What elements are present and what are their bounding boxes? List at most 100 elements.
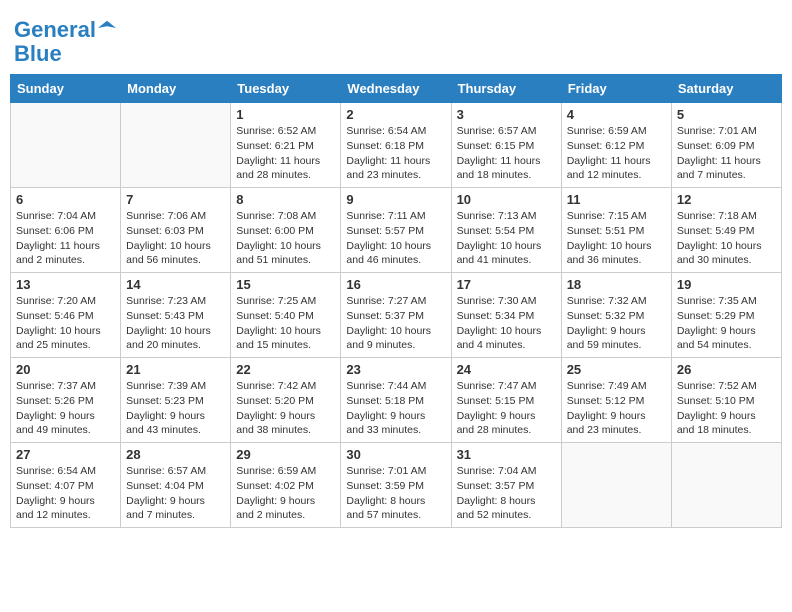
day-info: Sunrise: 6:57 AMSunset: 6:15 PMDaylight:… [457, 124, 556, 183]
day-cell: 25 Sunrise: 7:49 AMSunset: 5:12 PMDayligh… [561, 358, 671, 443]
day-info: Sunrise: 7:04 AMSunset: 3:57 PMDaylight:… [457, 464, 556, 523]
week-row-4: 20Sunrise: 7:37 AMSunset: 5:26 PMDayligh… [11, 358, 782, 443]
day-cell: 16 Sunrise: 7:27 AMSunset: 5:37 PMDayligh… [341, 273, 451, 358]
day-number: 28 [126, 447, 225, 462]
day-number: 12 [677, 192, 776, 207]
day-number: 22 [236, 362, 335, 377]
day-number: 7 [126, 192, 225, 207]
day-info: Sunrise: 6:59 AMSunset: 4:02 PMDaylight:… [236, 464, 335, 523]
day-cell: 1Sunrise: 6:52 AMSunset: 6:21 PMDaylight… [231, 103, 341, 188]
col-header-tuesday: Tuesday [231, 75, 341, 103]
logo-general: General [14, 17, 96, 42]
day-number: 8 [236, 192, 335, 207]
day-cell: 17Sunrise: 7:30 AMSunset: 5:34 PMDayligh… [451, 273, 561, 358]
day-cell: 23 Sunrise: 7:44 AMSunset: 5:18 PMDayligh… [341, 358, 451, 443]
day-cell: 20Sunrise: 7:37 AMSunset: 5:26 PMDayligh… [11, 358, 121, 443]
day-number: 18 [567, 277, 666, 292]
day-number: 19 [677, 277, 776, 292]
day-number: 16 [346, 277, 445, 292]
day-cell: 5 Sunrise: 7:01 AMSunset: 6:09 PMDaylight… [671, 103, 781, 188]
day-number: 14 [126, 277, 225, 292]
col-header-friday: Friday [561, 75, 671, 103]
day-info: Sunrise: 7:11 AMSunset: 5:57 PMDaylight:… [346, 209, 445, 268]
day-cell: 11 Sunrise: 7:15 AMSunset: 5:51 PMDayligh… [561, 188, 671, 273]
day-cell [671, 443, 781, 528]
day-cell: 8 Sunrise: 7:08 AMSunset: 6:00 PMDaylight… [231, 188, 341, 273]
day-info: Sunrise: 7:06 AMSunset: 6:03 PMDaylight:… [126, 209, 225, 268]
logo-bird-icon [98, 19, 116, 37]
col-header-sunday: Sunday [11, 75, 121, 103]
day-cell: 22 Sunrise: 7:42 AMSunset: 5:20 PMDayligh… [231, 358, 341, 443]
week-row-1: 1Sunrise: 6:52 AMSunset: 6:21 PMDaylight… [11, 103, 782, 188]
day-number: 23 [346, 362, 445, 377]
day-info: Sunrise: 7:08 AMSunset: 6:00 PMDaylight:… [236, 209, 335, 268]
week-row-5: 27Sunrise: 6:54 AMSunset: 4:07 PMDayligh… [11, 443, 782, 528]
day-info: Sunrise: 6:54 AMSunset: 4:07 PMDaylight:… [16, 464, 115, 523]
day-cell: 9 Sunrise: 7:11 AMSunset: 5:57 PMDaylight… [341, 188, 451, 273]
day-cell: 12Sunrise: 7:18 AMSunset: 5:49 PMDayligh… [671, 188, 781, 273]
day-cell: 10 Sunrise: 7:13 AMSunset: 5:54 PMDayligh… [451, 188, 561, 273]
day-number: 20 [16, 362, 115, 377]
day-cell: 13 Sunrise: 7:20 AMSunset: 5:46 PMDayligh… [11, 273, 121, 358]
day-number: 30 [346, 447, 445, 462]
day-cell: 2 Sunrise: 6:54 AMSunset: 6:18 PMDaylight… [341, 103, 451, 188]
day-info: Sunrise: 7:20 AMSunset: 5:46 PMDaylight:… [16, 294, 115, 353]
day-cell: 27Sunrise: 6:54 AMSunset: 4:07 PMDayligh… [11, 443, 121, 528]
logo-blue: Blue [14, 41, 62, 66]
day-info: Sunrise: 7:27 AMSunset: 5:37 PMDaylight:… [346, 294, 445, 353]
day-info: Sunrise: 7:35 AMSunset: 5:29 PMDaylight:… [677, 294, 776, 353]
day-number: 29 [236, 447, 335, 462]
day-number: 17 [457, 277, 556, 292]
day-cell [121, 103, 231, 188]
day-number: 2 [346, 107, 445, 122]
col-header-monday: Monday [121, 75, 231, 103]
day-cell: 7 Sunrise: 7:06 AMSunset: 6:03 PMDaylight… [121, 188, 231, 273]
day-number: 6 [16, 192, 115, 207]
day-info: Sunrise: 7:01 AMSunset: 6:09 PMDaylight:… [677, 124, 776, 183]
day-info: Sunrise: 7:49 AMSunset: 5:12 PMDaylight:… [567, 379, 666, 438]
day-info: Sunrise: 7:01 AMSunset: 3:59 PMDaylight:… [346, 464, 445, 523]
day-info: Sunrise: 7:44 AMSunset: 5:18 PMDaylight:… [346, 379, 445, 438]
day-number: 3 [457, 107, 556, 122]
col-header-thursday: Thursday [451, 75, 561, 103]
day-cell: 19 Sunrise: 7:35 AMSunset: 5:29 PMDayligh… [671, 273, 781, 358]
day-number: 21 [126, 362, 225, 377]
day-number: 11 [567, 192, 666, 207]
day-info: Sunrise: 6:54 AMSunset: 6:18 PMDaylight:… [346, 124, 445, 183]
day-number: 25 [567, 362, 666, 377]
day-cell: 15 Sunrise: 7:25 AMSunset: 5:40 PMDayligh… [231, 273, 341, 358]
day-info: Sunrise: 7:42 AMSunset: 5:20 PMDaylight:… [236, 379, 335, 438]
day-info: Sunrise: 7:15 AMSunset: 5:51 PMDaylight:… [567, 209, 666, 268]
week-row-3: 13 Sunrise: 7:20 AMSunset: 5:46 PMDayligh… [11, 273, 782, 358]
day-number: 9 [346, 192, 445, 207]
day-cell: 14Sunrise: 7:23 AMSunset: 5:43 PMDayligh… [121, 273, 231, 358]
logo: General Blue [14, 18, 116, 66]
day-cell: 21 Sunrise: 7:39 AMSunset: 5:23 PMDayligh… [121, 358, 231, 443]
day-info: Sunrise: 6:52 AMSunset: 6:21 PMDaylight:… [236, 124, 335, 183]
day-info: Sunrise: 6:59 AMSunset: 6:12 PMDaylight:… [567, 124, 666, 183]
day-info: Sunrise: 7:39 AMSunset: 5:23 PMDaylight:… [126, 379, 225, 438]
day-cell: 30 Sunrise: 7:01 AMSunset: 3:59 PMDayligh… [341, 443, 451, 528]
day-cell: 29 Sunrise: 6:59 AMSunset: 4:02 PMDayligh… [231, 443, 341, 528]
day-number: 26 [677, 362, 776, 377]
day-number: 13 [16, 277, 115, 292]
day-info: Sunrise: 7:25 AMSunset: 5:40 PMDaylight:… [236, 294, 335, 353]
day-info: Sunrise: 7:04 AMSunset: 6:06 PMDaylight:… [16, 209, 115, 268]
day-cell [11, 103, 121, 188]
col-header-wednesday: Wednesday [341, 75, 451, 103]
day-cell: 31Sunrise: 7:04 AMSunset: 3:57 PMDayligh… [451, 443, 561, 528]
day-number: 15 [236, 277, 335, 292]
day-info: Sunrise: 7:13 AMSunset: 5:54 PMDaylight:… [457, 209, 556, 268]
day-info: Sunrise: 7:47 AMSunset: 5:15 PMDaylight:… [457, 379, 556, 438]
week-row-2: 6 Sunrise: 7:04 AMSunset: 6:06 PMDaylight… [11, 188, 782, 273]
day-info: Sunrise: 7:32 AMSunset: 5:32 PMDaylight:… [567, 294, 666, 353]
col-header-saturday: Saturday [671, 75, 781, 103]
day-number: 10 [457, 192, 556, 207]
day-number: 5 [677, 107, 776, 122]
day-info: Sunrise: 7:52 AMSunset: 5:10 PMDaylight:… [677, 379, 776, 438]
day-cell: 28 Sunrise: 6:57 AMSunset: 4:04 PMDayligh… [121, 443, 231, 528]
day-info: Sunrise: 6:57 AMSunset: 4:04 PMDaylight:… [126, 464, 225, 523]
day-cell: 26 Sunrise: 7:52 AMSunset: 5:10 PMDayligh… [671, 358, 781, 443]
day-cell: 4Sunrise: 6:59 AMSunset: 6:12 PMDaylight… [561, 103, 671, 188]
day-number: 24 [457, 362, 556, 377]
